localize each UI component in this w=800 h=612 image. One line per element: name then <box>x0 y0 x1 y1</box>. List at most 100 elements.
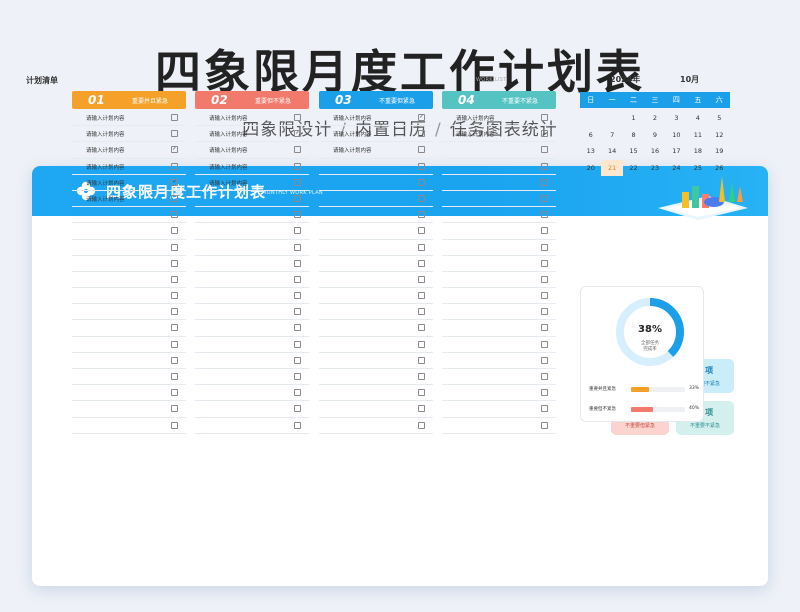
task-checkbox[interactable] <box>541 340 548 348</box>
table-row[interactable] <box>72 240 186 256</box>
task-checkbox[interactable] <box>171 243 178 251</box>
table-row[interactable] <box>319 256 433 272</box>
task-checkbox[interactable] <box>294 211 301 219</box>
task-checkbox[interactable] <box>541 324 548 332</box>
plan-item-text[interactable]: 请输入计划内容 <box>209 179 248 187</box>
table-row[interactable] <box>72 337 186 353</box>
task-checkbox[interactable] <box>541 194 548 202</box>
table-row[interactable] <box>72 304 186 321</box>
task-checkbox[interactable] <box>418 292 425 300</box>
table-row[interactable] <box>195 385 309 402</box>
task-checkbox[interactable] <box>541 405 548 413</box>
calendar-day[interactable]: 7 <box>601 127 622 144</box>
task-checkbox[interactable]: ✓ <box>418 114 425 121</box>
table-row[interactable] <box>195 353 309 369</box>
table-row[interactable]: 请输入计划内容 <box>72 191 186 208</box>
task-checkbox[interactable] <box>541 211 548 219</box>
table-row[interactable] <box>442 369 556 386</box>
task-checkbox[interactable] <box>294 389 301 397</box>
calendar-day[interactable]: 16 <box>644 143 665 160</box>
task-checkbox[interactable] <box>541 227 548 235</box>
task-checkbox[interactable] <box>294 275 301 283</box>
task-checkbox[interactable] <box>541 389 548 397</box>
task-checkbox[interactable] <box>541 308 548 316</box>
calendar-day[interactable]: 24 <box>666 160 687 177</box>
table-row[interactable] <box>319 159 433 175</box>
task-checkbox[interactable] <box>294 340 301 348</box>
table-row[interactable] <box>319 272 433 289</box>
table-row[interactable] <box>72 385 186 402</box>
task-checkbox[interactable] <box>418 389 425 397</box>
table-row[interactable]: 请输入计划内容 <box>195 110 309 127</box>
task-checkbox[interactable] <box>171 340 178 348</box>
task-checkbox[interactable] <box>294 146 301 154</box>
calendar-day[interactable]: 2 <box>644 110 665 127</box>
calendar-day[interactable]: 14 <box>601 143 622 160</box>
task-checkbox[interactable] <box>294 194 301 202</box>
table-row[interactable] <box>442 288 556 305</box>
table-row[interactable] <box>195 401 309 418</box>
table-row[interactable] <box>195 418 309 434</box>
table-row[interactable] <box>442 401 556 418</box>
table-row[interactable]: 请输入计划内容 <box>72 110 186 127</box>
task-checkbox[interactable]: ✓ <box>171 146 178 154</box>
task-checkbox[interactable] <box>171 324 178 332</box>
table-row[interactable] <box>195 272 309 289</box>
task-checkbox[interactable] <box>541 114 548 121</box>
task-checkbox[interactable]: ✓ <box>171 178 178 186</box>
task-checkbox[interactable] <box>171 373 178 380</box>
task-checkbox[interactable] <box>418 259 425 267</box>
calendar-day[interactable]: 26 <box>709 160 730 177</box>
table-row[interactable] <box>195 223 309 240</box>
calendar-day[interactable]: 8 <box>623 127 644 144</box>
calendar-day[interactable]: 5 <box>709 110 730 127</box>
table-row[interactable] <box>442 223 556 240</box>
plan-item-text[interactable]: 请输入计划内容 <box>209 146 248 154</box>
task-checkbox[interactable] <box>171 421 178 429</box>
table-row[interactable] <box>319 191 433 208</box>
task-checkbox[interactable] <box>418 146 425 154</box>
task-checkbox[interactable] <box>541 356 548 364</box>
calendar-day[interactable]: 12 <box>709 127 730 144</box>
table-row[interactable] <box>195 191 309 208</box>
table-row[interactable] <box>72 288 186 305</box>
calendar-day[interactable]: 13 <box>580 143 601 160</box>
task-checkbox[interactable] <box>171 356 178 364</box>
calendar-day[interactable]: 3 <box>666 110 687 127</box>
task-checkbox[interactable] <box>171 405 178 413</box>
task-checkbox[interactable] <box>171 194 178 202</box>
table-row[interactable]: 请输入计划内容 <box>195 159 309 175</box>
task-checkbox[interactable] <box>294 243 301 251</box>
task-checkbox[interactable] <box>541 146 548 154</box>
plan-item-text[interactable]: 请输入计划内容 <box>86 130 125 138</box>
task-checkbox[interactable] <box>171 130 178 138</box>
table-row[interactable] <box>72 223 186 240</box>
task-checkbox[interactable] <box>171 162 178 170</box>
table-row[interactable] <box>442 320 556 337</box>
calendar-day[interactable]: 18 <box>687 143 708 160</box>
task-checkbox[interactable] <box>294 324 301 332</box>
task-checkbox[interactable] <box>171 114 178 121</box>
table-row[interactable]: 请输入计划内容 <box>442 110 556 127</box>
table-row[interactable] <box>72 272 186 289</box>
table-row[interactable]: 请输入计划内容 <box>319 142 433 159</box>
task-checkbox[interactable] <box>418 275 425 283</box>
table-row[interactable] <box>319 223 433 240</box>
table-row[interactable] <box>442 256 556 272</box>
table-row[interactable] <box>319 304 433 321</box>
table-row[interactable]: 请输入计划内容 <box>72 126 186 143</box>
calendar-day[interactable]: 19 <box>709 143 730 160</box>
table-row[interactable] <box>72 207 186 224</box>
table-row[interactable]: 请输入计划内容 ✓ <box>72 142 186 159</box>
table-row[interactable] <box>442 385 556 402</box>
task-checkbox[interactable] <box>294 162 301 170</box>
table-row[interactable] <box>442 337 556 353</box>
calendar-day[interactable]: 25 <box>687 160 708 177</box>
table-row[interactable] <box>319 337 433 353</box>
plan-item-text[interactable]: 请输入计划内容 <box>209 163 248 171</box>
task-checkbox[interactable] <box>418 130 425 138</box>
table-row[interactable] <box>195 304 309 321</box>
table-row[interactable]: 请输入计划内容 <box>195 142 309 159</box>
task-checkbox[interactable] <box>294 421 301 429</box>
table-row[interactable] <box>442 240 556 256</box>
